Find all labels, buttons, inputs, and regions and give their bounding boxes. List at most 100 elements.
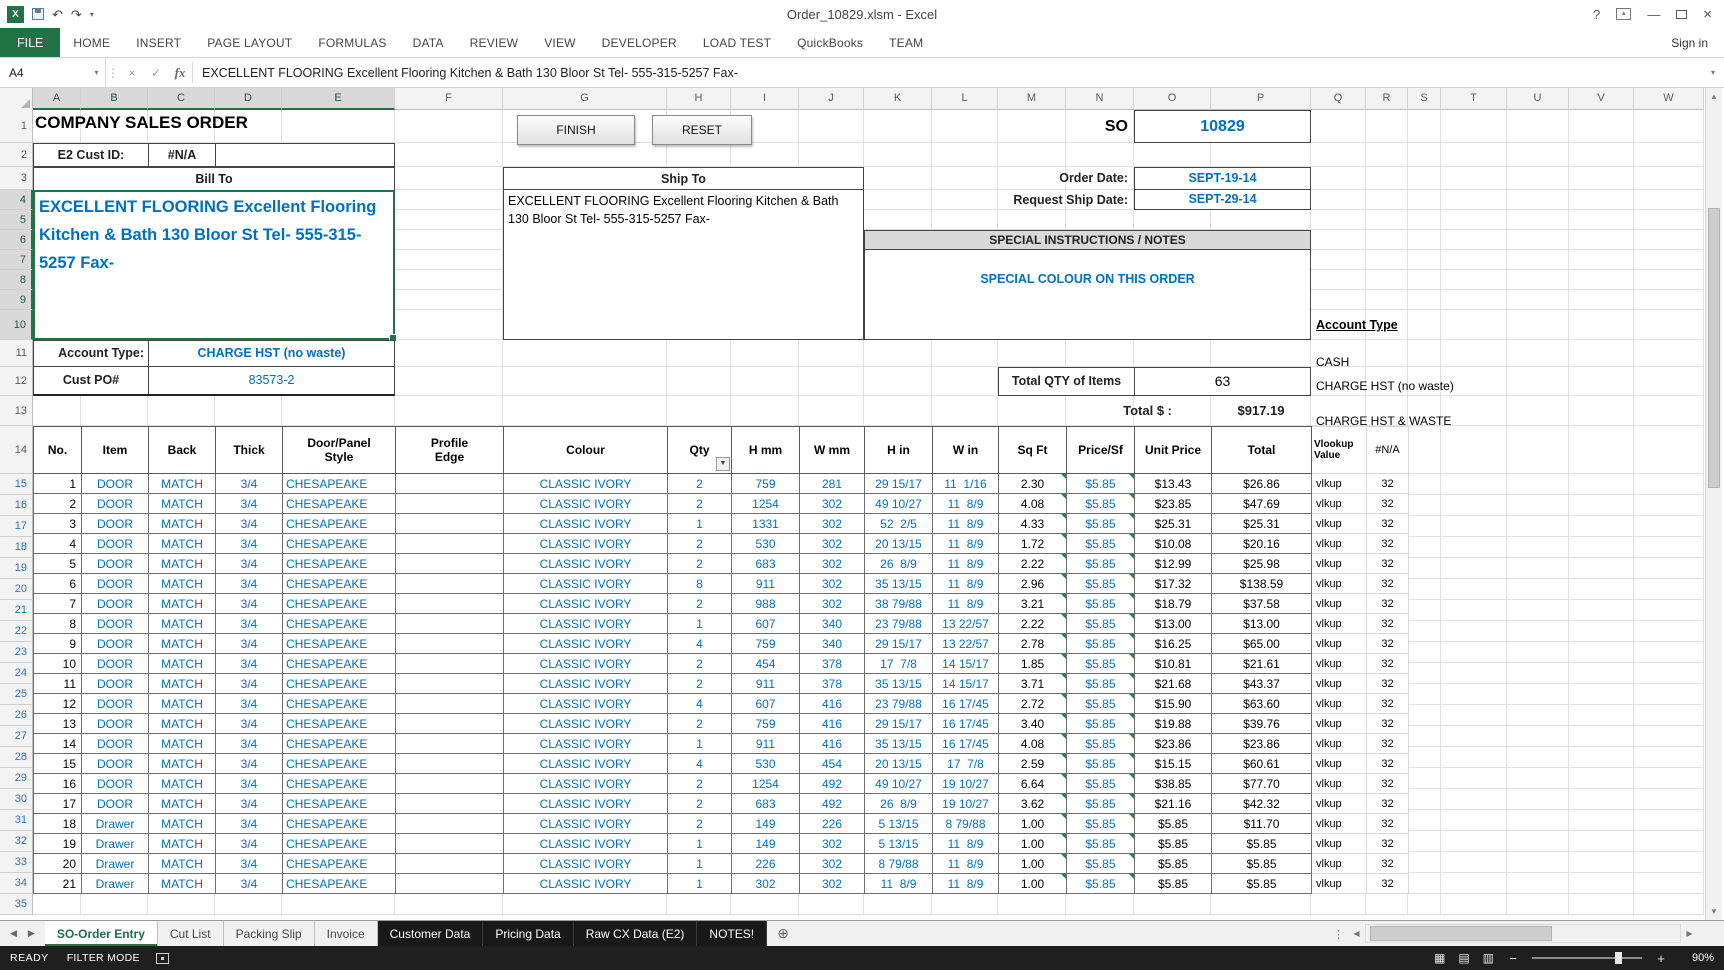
cell[interactable] bbox=[396, 614, 504, 634]
cell[interactable]: MATCH bbox=[149, 874, 216, 894]
cell[interactable] bbox=[396, 574, 504, 594]
cell[interactable] bbox=[396, 874, 504, 894]
table-header-qty[interactable]: Qty▼ bbox=[668, 427, 732, 474]
cell[interactable]: $5.85 bbox=[1212, 874, 1312, 894]
cell[interactable]: DOOR bbox=[82, 734, 149, 754]
cell[interactable]: 759 bbox=[732, 714, 800, 734]
cell[interactable]: $25.31 bbox=[1135, 514, 1212, 534]
cell[interactable]: CHESAPEAKE bbox=[283, 654, 396, 674]
name-box-dropdown-icon[interactable]: ▾ bbox=[88, 58, 106, 87]
cell[interactable]: 1254 bbox=[732, 494, 800, 514]
maximize-icon[interactable] bbox=[1676, 10, 1687, 19]
account-type-list-title[interactable]: Account Type bbox=[1316, 318, 1398, 332]
cell[interactable]: CLASSIC IVORY bbox=[504, 694, 668, 714]
cell[interactable]: MATCH bbox=[149, 554, 216, 574]
cell[interactable]: $23.86 bbox=[1212, 734, 1312, 754]
cell[interactable]: $5.85 bbox=[1067, 594, 1135, 614]
column-header-F[interactable]: F bbox=[395, 88, 503, 110]
cell[interactable]: MATCH bbox=[149, 734, 216, 754]
table-header-vlookup-value[interactable]: Vlookup Value bbox=[1312, 427, 1367, 474]
cell[interactable]: $5.85 bbox=[1135, 854, 1212, 874]
cell[interactable]: $11.70 bbox=[1212, 814, 1312, 834]
cell[interactable]: $21.16 bbox=[1135, 794, 1212, 814]
sheet-tab-invoice[interactable]: Invoice bbox=[315, 921, 378, 946]
cell[interactable]: 911 bbox=[732, 734, 800, 754]
cell[interactable]: $63.60 bbox=[1212, 694, 1312, 714]
cell[interactable]: 8 bbox=[34, 614, 82, 634]
cell[interactable]: vlkup bbox=[1312, 594, 1367, 614]
cell[interactable]: 3.62 bbox=[999, 794, 1067, 814]
cell[interactable]: 2 bbox=[668, 594, 732, 614]
cell[interactable]: MATCH bbox=[149, 574, 216, 594]
table-header-w-mm[interactable]: W mm bbox=[800, 427, 865, 474]
cell[interactable]: 2 bbox=[668, 554, 732, 574]
cell[interactable]: CLASSIC IVORY bbox=[504, 514, 668, 534]
sheet-tab-packing-slip[interactable]: Packing Slip bbox=[224, 921, 315, 946]
cell[interactable]: $23.86 bbox=[1135, 734, 1212, 754]
cell[interactable]: 416 bbox=[800, 694, 865, 714]
cell[interactable]: DOOR bbox=[82, 774, 149, 794]
cell[interactable]: $5.85 bbox=[1067, 574, 1135, 594]
zoom-slider-thumb[interactable] bbox=[1615, 952, 1622, 964]
cell[interactable]: vlkup bbox=[1312, 814, 1367, 834]
cell[interactable]: $10.08 bbox=[1135, 534, 1212, 554]
row-header-10[interactable]: 10 bbox=[0, 310, 33, 340]
cell[interactable]: CLASSIC IVORY bbox=[504, 614, 668, 634]
insert-function-icon[interactable]: fx bbox=[168, 58, 192, 87]
cell[interactable]: $5.85 bbox=[1067, 754, 1135, 774]
cell[interactable]: Drawer bbox=[82, 814, 149, 834]
cell[interactable]: 530 bbox=[732, 534, 800, 554]
cell[interactable]: 19 10/27 bbox=[933, 794, 999, 814]
cell[interactable]: 2 bbox=[668, 794, 732, 814]
cell[interactable]: 1 bbox=[668, 874, 732, 894]
cell[interactable]: MATCH bbox=[149, 594, 216, 614]
cell[interactable]: MATCH bbox=[149, 774, 216, 794]
cell[interactable]: 302 bbox=[800, 534, 865, 554]
row-header-12[interactable]: 12 bbox=[0, 367, 33, 396]
cell[interactable]: 988 bbox=[732, 594, 800, 614]
column-header-W[interactable]: W bbox=[1634, 88, 1704, 110]
cell[interactable]: 11 8/9 bbox=[933, 854, 999, 874]
cell[interactable]: 2 bbox=[668, 674, 732, 694]
cell[interactable]: 2 bbox=[668, 774, 732, 794]
cell[interactable]: 2 bbox=[34, 494, 82, 514]
total-dollars-value[interactable]: $917.19 bbox=[1211, 396, 1311, 426]
cell[interactable]: MATCH bbox=[149, 474, 216, 494]
row-header-31[interactable]: 31 bbox=[0, 810, 33, 831]
cell[interactable]: 17 7/8 bbox=[865, 654, 933, 674]
column-header-K[interactable]: K bbox=[864, 88, 932, 110]
cell[interactable] bbox=[396, 554, 504, 574]
cell[interactable]: 11 8/9 bbox=[933, 554, 999, 574]
cell[interactable]: 32 bbox=[1367, 674, 1409, 694]
cell[interactable]: 32 bbox=[1367, 554, 1409, 574]
bill-to-cell-selected[interactable]: EXCELLENT FLOORING Excellent Flooring Ki… bbox=[33, 190, 395, 340]
cell[interactable]: 607 bbox=[732, 694, 800, 714]
name-box[interactable]: A4 bbox=[0, 58, 88, 87]
cell[interactable]: $5.85 bbox=[1212, 834, 1312, 854]
row-header-5[interactable]: 5 bbox=[0, 210, 33, 230]
zoom-slider[interactable] bbox=[1532, 951, 1642, 965]
cell[interactable]: 2.59 bbox=[999, 754, 1067, 774]
ribbon-tab-formulas[interactable]: FORMULAS bbox=[305, 28, 399, 57]
cell[interactable]: CHESAPEAKE bbox=[283, 514, 396, 534]
cell[interactable]: 3/4 bbox=[216, 874, 283, 894]
cell[interactable]: 32 bbox=[1367, 774, 1409, 794]
row-header-32[interactable]: 32 bbox=[0, 831, 33, 852]
cell[interactable]: vlkup bbox=[1312, 554, 1367, 574]
cell[interactable]: 32 bbox=[1367, 714, 1409, 734]
cell[interactable]: $5.85 bbox=[1067, 834, 1135, 854]
cell[interactable]: vlkup bbox=[1312, 694, 1367, 714]
total-qty-label[interactable]: Total QTY of Items bbox=[998, 367, 1135, 396]
column-header-S[interactable]: S bbox=[1408, 88, 1441, 110]
horizontal-scrollbar-track[interactable] bbox=[1365, 924, 1681, 943]
cell[interactable]: 16 17/45 bbox=[933, 694, 999, 714]
cell[interactable]: DOOR bbox=[82, 614, 149, 634]
cell[interactable]: 9 bbox=[34, 634, 82, 654]
cell[interactable]: 32 bbox=[1367, 814, 1409, 834]
cell[interactable]: 32 bbox=[1367, 514, 1409, 534]
cell[interactable]: $5.85 bbox=[1067, 554, 1135, 574]
table-header-h-in[interactable]: H in bbox=[865, 427, 933, 474]
e2-cust-id-value[interactable]: #N/A bbox=[149, 144, 216, 166]
cell[interactable]: 530 bbox=[732, 754, 800, 774]
cell[interactable]: 6 bbox=[34, 574, 82, 594]
